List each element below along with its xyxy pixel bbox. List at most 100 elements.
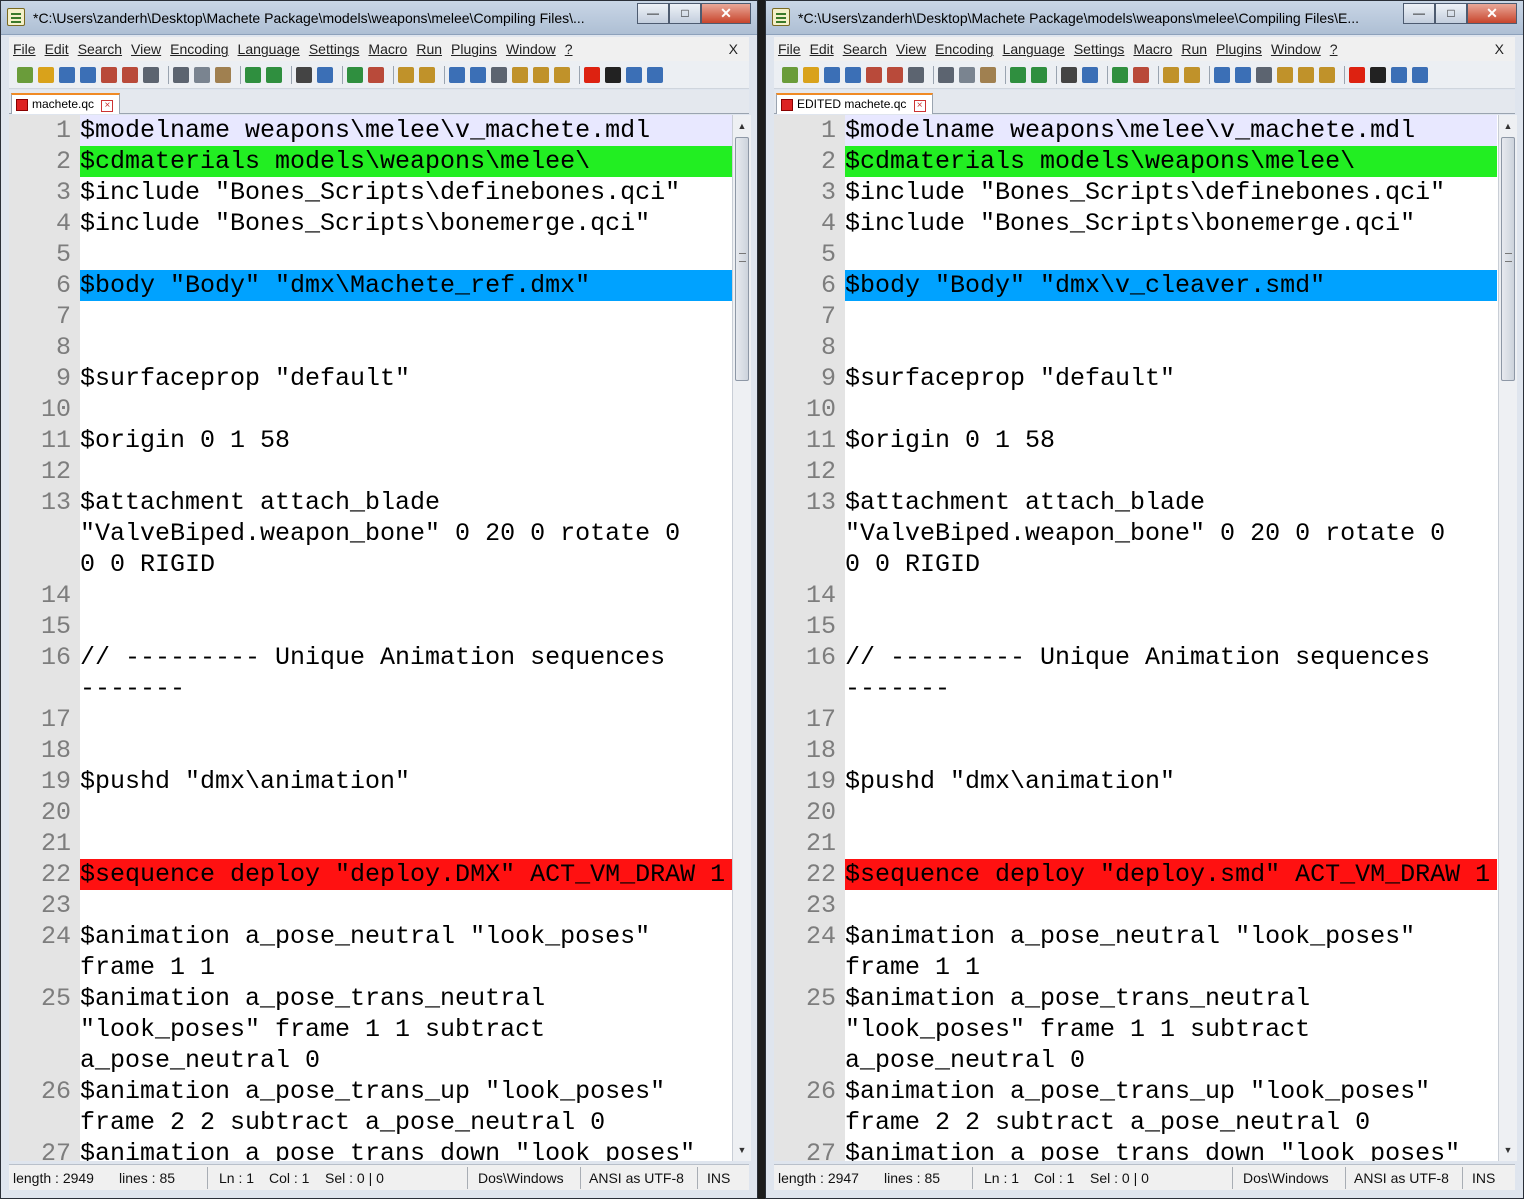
doc-map-icon[interactable] xyxy=(1277,66,1293,83)
line-text[interactable] xyxy=(845,301,1497,332)
code-line[interactable]: "ValveBiped.weapon_bone" 0 20 0 rotate 0 xyxy=(774,518,1497,549)
code-line[interactable]: 9 $surfaceprop "default" xyxy=(9,363,732,394)
menu-help[interactable]: ? xyxy=(565,41,573,57)
tab-close-icon[interactable]: × xyxy=(913,100,926,112)
scroll-up-icon[interactable]: ▲ xyxy=(733,117,751,135)
menu-encoding[interactable]: Encoding xyxy=(170,41,228,57)
code-line[interactable]: 2 $cdmaterials models\weapons\melee\ xyxy=(774,146,1497,177)
line-text[interactable] xyxy=(845,239,1497,270)
scroll-down-icon[interactable]: ▼ xyxy=(1499,1141,1517,1159)
record-macro-icon[interactable] xyxy=(584,66,600,83)
sync-vertical-icon[interactable] xyxy=(398,66,414,83)
line-text[interactable]: $modelname weapons\melee\v_machete.mdl xyxy=(80,115,732,146)
code-line[interactable]: 11 $origin 0 1 58 xyxy=(9,425,732,456)
line-text[interactable]: $animation a_pose_trans_neutral xyxy=(80,983,732,1014)
run-macro-multiple-icon[interactable] xyxy=(1412,66,1428,83)
code-line[interactable]: 12 xyxy=(9,456,732,487)
code-line[interactable]: 16// --------- Unique Animation sequence… xyxy=(9,642,732,673)
code-line[interactable]: 14 xyxy=(774,580,1497,611)
line-text[interactable]: "ValveBiped.weapon_bone" 0 20 0 rotate 0 xyxy=(845,518,1497,549)
line-text[interactable]: $animation a_pose_trans_down "look_poses… xyxy=(80,1138,732,1161)
line-text[interactable]: $attachment attach_blade xyxy=(80,487,732,518)
code-line[interactable]: 8 xyxy=(774,332,1497,363)
code-line[interactable]: 5 xyxy=(774,239,1497,270)
line-text[interactable] xyxy=(80,735,732,766)
line-text[interactable] xyxy=(80,580,732,611)
text-editor[interactable]: 1 $modelname weapons\melee\v_machete.mdl 2… xyxy=(9,115,732,1161)
line-text[interactable]: $include "Bones_Scripts\definebones.qci" xyxy=(80,177,732,208)
maximize-button[interactable]: □ xyxy=(1435,3,1467,24)
menu-language[interactable]: Language xyxy=(238,41,300,57)
menu-view[interactable]: View xyxy=(896,41,926,57)
code-line[interactable]: 2 $cdmaterials models\weapons\melee\ xyxy=(9,146,732,177)
menu-settings[interactable]: Settings xyxy=(309,41,360,57)
line-text[interactable]: $body "Body" "dmx\Machete_ref.dmx" xyxy=(80,270,732,301)
menu-window[interactable]: Window xyxy=(506,41,556,57)
close-icon[interactable] xyxy=(866,66,882,83)
replace-icon[interactable] xyxy=(317,66,333,83)
code-line[interactable]: 19 $pushd "dmx\animation" xyxy=(774,766,1497,797)
vertical-scrollbar[interactable]: ▲ ▼ xyxy=(732,115,751,1161)
code-line[interactable]: frame 1 1 xyxy=(774,952,1497,983)
line-text[interactable]: $animation a_pose_neutral "look_poses" xyxy=(80,921,732,952)
paste-icon[interactable] xyxy=(215,66,231,83)
menu-edit[interactable]: Edit xyxy=(45,41,69,57)
menu-window[interactable]: Window xyxy=(1271,41,1321,57)
code-line[interactable]: 16// --------- Unique Animation sequence… xyxy=(774,642,1497,673)
line-text[interactable] xyxy=(80,828,732,859)
line-text[interactable] xyxy=(845,828,1497,859)
line-text[interactable]: $body "Body" "dmx\v_cleaver.smd" xyxy=(845,270,1497,301)
line-text[interactable]: $attachment attach_blade xyxy=(845,487,1497,518)
line-text[interactable]: $surfaceprop "default" xyxy=(845,363,1497,394)
code-line[interactable]: 11 $origin 0 1 58 xyxy=(774,425,1497,456)
folder-as-workspace-icon[interactable] xyxy=(1319,66,1335,83)
code-line[interactable]: 21 xyxy=(774,828,1497,859)
code-line[interactable]: 23 xyxy=(774,890,1497,921)
line-text[interactable] xyxy=(845,704,1497,735)
new-icon[interactable] xyxy=(17,66,33,83)
line-text[interactable]: $animation a_pose_neutral "look_poses" xyxy=(845,921,1497,952)
run-macro-multiple-icon[interactable] xyxy=(647,66,663,83)
code-line[interactable]: 7 xyxy=(9,301,732,332)
code-line[interactable]: a_pose_neutral 0 xyxy=(9,1045,732,1076)
line-text[interactable]: ------- xyxy=(80,673,732,704)
line-text[interactable]: $surfaceprop "default" xyxy=(80,363,732,394)
line-text[interactable]: frame 1 1 xyxy=(845,952,1497,983)
line-text[interactable] xyxy=(845,456,1497,487)
stop-macro-icon[interactable] xyxy=(1370,66,1386,83)
line-text[interactable]: 0 0 RIGID xyxy=(845,549,1497,580)
indent-guide-icon[interactable] xyxy=(491,66,507,83)
close-document-button[interactable]: X xyxy=(729,41,738,57)
line-text[interactable] xyxy=(845,735,1497,766)
text-editor[interactable]: 1 $modelname weapons\melee\v_machete.mdl 2… xyxy=(774,115,1498,1161)
code-line[interactable]: 9 $surfaceprop "default" xyxy=(774,363,1497,394)
line-text[interactable]: // --------- Unique Animation sequences xyxy=(845,642,1497,673)
save-all-icon[interactable] xyxy=(80,66,96,83)
save-icon[interactable] xyxy=(824,66,840,83)
code-line[interactable]: 6 $body "Body" "dmx\Machete_ref.dmx" xyxy=(9,270,732,301)
copy-icon[interactable] xyxy=(194,66,210,83)
title-bar[interactable]: *C:\Users\zanderh\Desktop\Machete Packag… xyxy=(1,1,757,35)
line-text[interactable] xyxy=(80,239,732,270)
menu-file[interactable]: File xyxy=(13,41,36,57)
line-text[interactable] xyxy=(80,611,732,642)
cut-icon[interactable] xyxy=(938,66,954,83)
menu-plugins[interactable]: Plugins xyxy=(451,41,497,57)
record-macro-icon[interactable] xyxy=(1349,66,1365,83)
sync-horizontal-icon[interactable] xyxy=(1184,66,1200,83)
line-text[interactable]: ------- xyxy=(845,673,1497,704)
code-line[interactable]: 14 xyxy=(9,580,732,611)
new-icon[interactable] xyxy=(782,66,798,83)
tab-close-icon[interactable]: × xyxy=(101,100,114,112)
word-wrap-icon[interactable] xyxy=(449,66,465,83)
line-text[interactable]: "ValveBiped.weapon_bone" 0 20 0 rotate 0 xyxy=(80,518,732,549)
code-line[interactable]: 19 $pushd "dmx\animation" xyxy=(9,766,732,797)
line-text[interactable]: // --------- Unique Animation sequences xyxy=(80,642,732,673)
line-text[interactable]: $include "Bones_Scripts\bonemerge.qci" xyxy=(845,208,1497,239)
line-text[interactable]: frame 2 2 subtract a_pose_neutral 0 xyxy=(80,1107,732,1138)
line-text[interactable]: 0 0 RIGID xyxy=(80,549,732,580)
code-line[interactable]: 26 $animation a_pose_trans_up "look_poses… xyxy=(9,1076,732,1107)
menu-language[interactable]: Language xyxy=(1003,41,1065,57)
menu-run[interactable]: Run xyxy=(416,41,442,57)
code-line[interactable]: 22 $sequence deploy "deploy.smd" ACT_VM_D… xyxy=(774,859,1497,890)
